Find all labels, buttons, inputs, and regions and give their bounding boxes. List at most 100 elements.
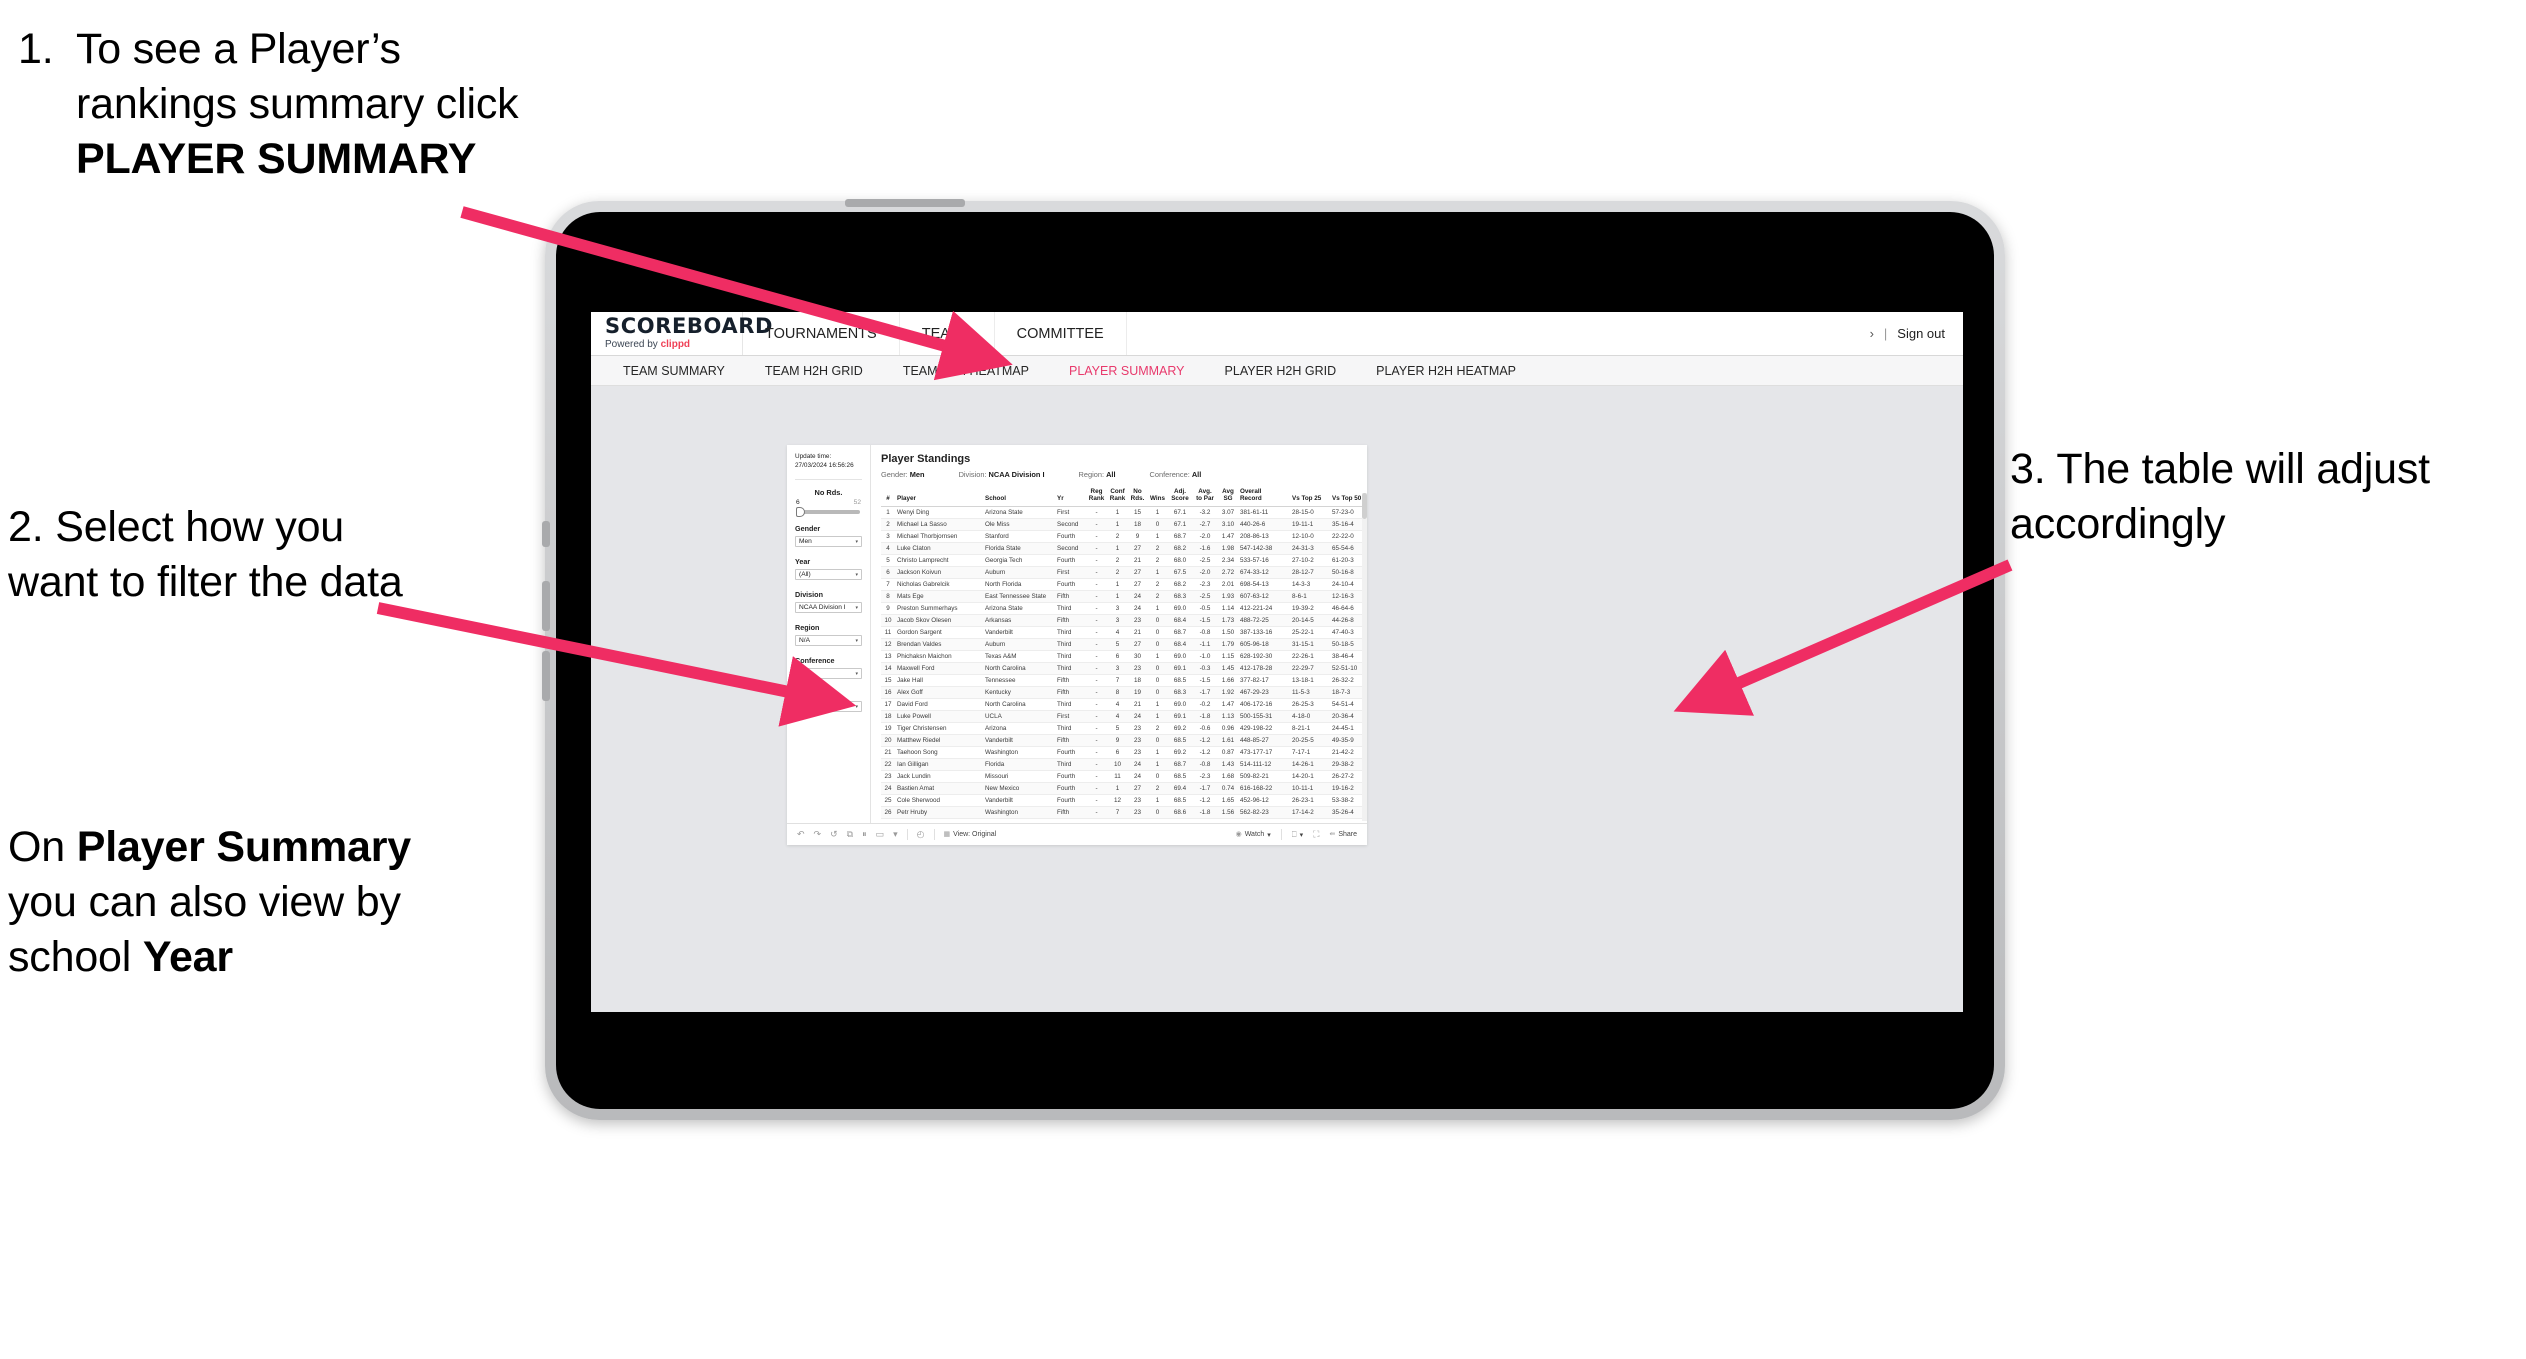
filter-gender-select[interactable]: Men ▾ [795,536,862,548]
col-header-player[interactable]: Player [895,486,983,508]
cell-reg_rank: - [1086,770,1107,784]
col-header-yr[interactable]: Yr [1055,486,1086,508]
col-header-reg_rank[interactable]: Reg Rank [1086,486,1107,508]
filter-division-select[interactable]: NCAA Division I ▾ [795,602,862,614]
watch-button[interactable]: ◉ Watch ▾ [1236,831,1271,839]
cell-avg_to_par: -2.3 [1192,770,1218,784]
sign-out-link[interactable]: Sign out [1897,326,1945,341]
col-header-vs_top25[interactable]: Vs Top 25 [1290,486,1330,508]
table-row[interactable]: 26 Petr Hruby Washington Fifth -7 23 0 68.6 -1.8… [881,806,1367,820]
cell-vs_top25: 27-10-2 [1290,554,1330,568]
table-row[interactable]: 2 Michael La Sasso Ole Miss Second -1 18 0 67.1… [881,518,1367,532]
col-header-wins[interactable]: Wins [1147,486,1168,508]
table-row[interactable]: 6 Jackson Koivun Auburn First -2 27 1 67.5 -2.0 2… [881,566,1367,580]
tab-team-summary[interactable]: TEAM SUMMARY [603,364,745,378]
cell-school: Auburn [983,638,1055,652]
col-header-overall_record[interactable]: Overall Record [1238,486,1290,508]
download-button[interactable]: ⎕ ▾ [1292,830,1303,839]
table-row[interactable]: 22 Ian Gilligan Florida Third -10 24 1 68.7 -0.8… [881,758,1367,772]
table-row[interactable]: 8 Mats Ege East Tennessee State Fifth -1 24 2 6… [881,590,1367,604]
table-row[interactable]: 7 Nicholas Gabrelcik North Florida Fourth -1… [881,578,1367,592]
no-rounds-slider-handle[interactable] [796,507,805,518]
table-row[interactable]: 9 Preston Summerhays Arizona State Third -3 2… [881,602,1367,616]
cell-avg_to_par: -1.5 [1192,674,1218,688]
table-row[interactable]: 23 Jack Lundin Missouri Fourth -11 24 0 68.5 -2.… [881,770,1367,784]
col-header-school[interactable]: School [983,486,1055,508]
table-row[interactable]: 17 David Ford North Carolina Third -4 21 1 69.0… [881,698,1367,712]
device-preview-icon[interactable]: ▭ [876,830,885,839]
filter-conference-select[interactable]: (All) ▾ [795,668,862,680]
clock-icon[interactable]: ◴ [917,830,925,839]
cell-reg_rank: - [1086,626,1107,640]
revert-icon[interactable]: ↺ [830,830,838,839]
tab-team-h2h-grid[interactable]: TEAM H2H GRID [745,364,883,378]
cell-yr: Third [1055,650,1086,664]
col-header-rank[interactable]: # [881,486,895,508]
refresh-icon[interactable]: ⧉ [847,830,853,839]
col-header-avg_to_par[interactable]: Avg. to Par [1192,486,1218,508]
table-row[interactable]: 18 Luke Powell UCLA First -4 24 1 69.1 -1.8 1.13 5… [881,710,1367,724]
cell-rank: 7 [881,578,895,592]
cell-no_rds: 18 [1128,674,1147,688]
col-header-avg_sg[interactable]: Avg SG [1218,486,1238,508]
cell-rank: 5 [881,554,895,568]
scrollbar-thumb[interactable] [1362,493,1367,519]
cell-adj_score: 68.5 [1168,674,1192,688]
tab-player-h2h-heatmap[interactable]: PLAYER H2H HEATMAP [1356,364,1536,378]
cell-wins: 2 [1147,590,1168,604]
table-row[interactable]: 3 Michael Thorbjornsen Stanford Fourth -2 9 1 6… [881,530,1367,544]
table-row[interactable]: 19 Tiger Christensen Arizona Third -5 23 2 69.2… [881,722,1367,736]
cell-rank: 20 [881,734,895,748]
share-button[interactable]: ⇚ Share [1329,831,1357,838]
cell-rank: 18 [881,710,895,724]
cell-avg_to_par: -1.0 [1192,650,1218,664]
table-row[interactable]: 15 Jake Hall Tennessee Fifth -7 18 0 68.5 -1.5 1.… [881,674,1367,688]
table-row[interactable]: 16 Alex Goff Kentucky Fifth -8 19 0 68.3 -1.7 1.9… [881,686,1367,700]
table-row[interactable]: 21 Taehoon Song Washington Fourth -6 23 1 69.2-… [881,746,1367,760]
filter-year-select[interactable]: (All) ▾ [795,569,862,581]
col-header-conf_rank[interactable]: Conf Rank [1107,486,1128,508]
table-row[interactable]: 12 Brendan Valdes Auburn Third -5 27 0 68.4 -1.1… [881,638,1367,652]
redo-icon[interactable]: ↷ [814,830,822,839]
chevron-down-icon[interactable]: ▾ [893,830,898,839]
table-row[interactable]: 4 Luke Claton Florida State Second -1 27 2 68.2… [881,542,1367,556]
table-row[interactable]: 20 Matthew Riedel Vanderbilt Fifth -9 23 0 68.5… [881,734,1367,748]
fullscreen-icon[interactable]: ⛶ [1313,830,1319,839]
filter-region-select[interactable]: N/A ▾ [795,635,862,647]
tab-team-h2h-heatmap[interactable]: TEAM H2H HEATMAP [883,364,1049,378]
cell-wins: 1 [1147,746,1168,760]
cell-school: Arizona State [983,602,1055,616]
cell-conf_rank: 1 [1107,578,1128,592]
no-rounds-slider[interactable] [796,507,860,518]
col-header-no_rds[interactable]: No Rds. [1128,486,1147,508]
filter-player-label: Player [795,689,817,699]
callout-step-1-prefix: To see a Player’s rankings summary click [76,25,519,129]
table-row[interactable]: 24 Bastien Amat New Mexico Fourth -1 27 2 69.4-… [881,782,1367,796]
pause-auto-updates-icon[interactable]: ⏸ [862,830,867,839]
cell-wins: 0 [1147,614,1168,628]
tab-player-summary[interactable]: PLAYER SUMMARY [1049,364,1205,378]
filter-player-select[interactable]: (All) ▾ [795,701,862,713]
cell-no_rds: 21 [1128,698,1147,712]
table-row[interactable]: 10 Jacob Skov Olesen Arkansas Fifth -3 23 0 68.… [881,614,1367,628]
cell-adj_score: 69.0 [1168,698,1192,712]
cell-player: Tiger Christensen [895,722,983,736]
brand-logo[interactable]: SCOREBOARD Powered by clippd [591,312,772,355]
cell-avg_to_par: -2.7 [1192,518,1218,532]
cell-yr: Fifth [1055,590,1086,604]
table-row[interactable]: 14 Maxwell Ford North Carolina Third -3 23 0 69… [881,662,1367,676]
tab-player-h2h-grid[interactable]: PLAYER H2H GRID [1205,364,1357,378]
table-row[interactable]: 5 Christo Lamprecht Georgia Tech Fourth -2 21… [881,554,1367,568]
table-vertical-scrollbar[interactable] [1362,493,1367,821]
nav-item-teams[interactable]: TEAMS [900,312,995,355]
nav-item-tournaments[interactable]: TOURNAMENTS [743,312,900,355]
nav-item-committee[interactable]: COMMITTEE [995,312,1127,355]
table-row[interactable]: 13 Phichaksn Maichon Texas A&M Third -6 30 1 69… [881,650,1367,664]
table-row[interactable]: 25 Cole Sherwood Vanderbilt Fourth -12 23 1 68.… [881,794,1367,808]
table-row[interactable]: 1 Wenyi Ding Arizona State First -1 15 1 67.1 -3… [881,506,1367,520]
col-header-adj_score[interactable]: Adj. Score [1168,486,1192,508]
view-original-button[interactable]: ▦ View: Original [944,831,997,838]
undo-icon[interactable]: ↶ [797,830,805,839]
cell-no_rds: 18 [1128,518,1147,532]
table-row[interactable]: 11 Gordon Sargent Vanderbilt Third -4 21 0 68.7… [881,626,1367,640]
